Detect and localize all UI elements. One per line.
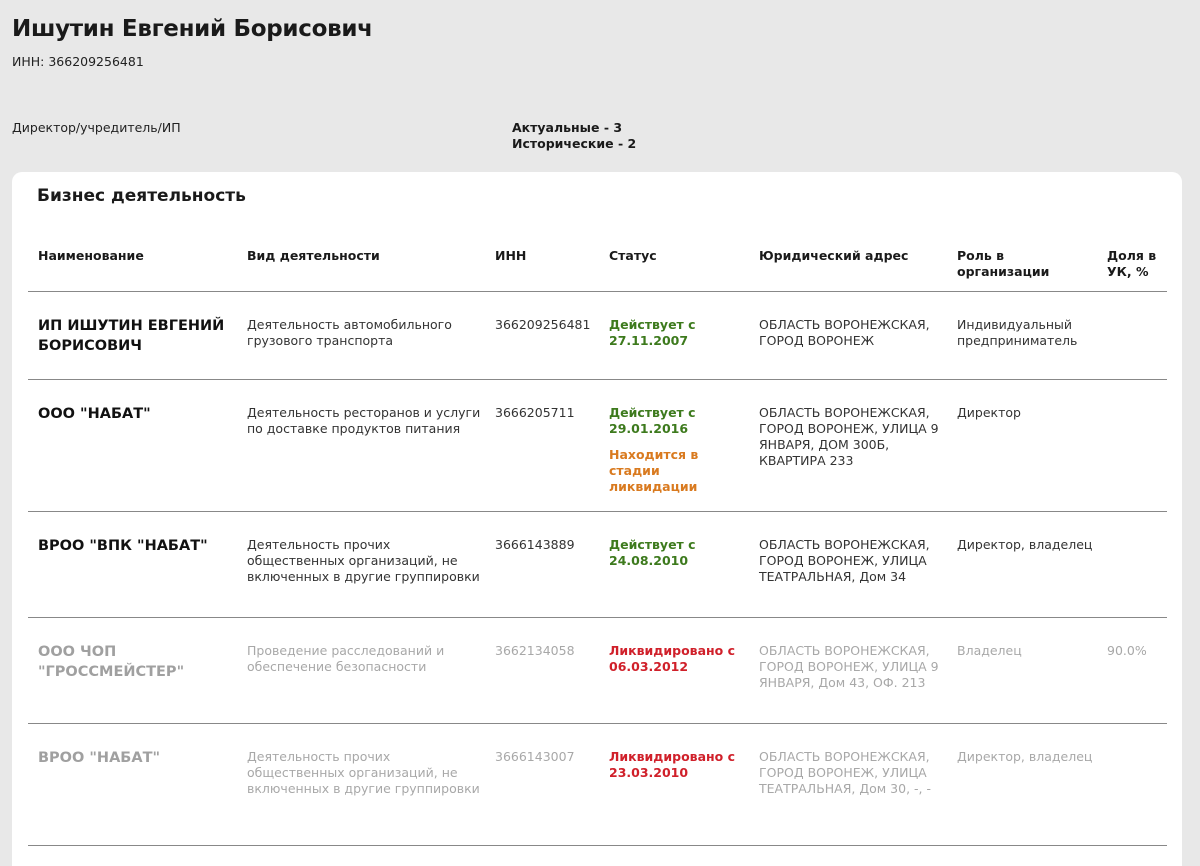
business-card: Бизнес деятельность Наименование Вид дея… <box>12 172 1182 866</box>
company-inn: 3662134058 <box>495 643 575 658</box>
person-name: Ишутин Евгений Борисович <box>12 16 373 42</box>
header-name: Наименование <box>38 248 144 263</box>
company-name[interactable]: ИП ИШУТИН ЕВГЕНИЙ БОРИСОВИЧ <box>38 316 228 356</box>
business-title: Бизнес деятельность <box>37 186 246 206</box>
status-active: Действует с 24.08.2010 <box>609 537 696 568</box>
status-active: Действует с 27.11.2007 <box>609 317 696 348</box>
table-row[interactable]: ВРОО "НАБАТ" Деятельность прочих обществ… <box>28 724 1167 846</box>
company-status: Действует с 29.01.2016 Находится в стади… <box>609 405 744 495</box>
company-activity: Деятельность ресторанов и услуги по дост… <box>247 405 481 436</box>
company-role: Директор <box>957 405 1021 420</box>
company-share: 90.0% <box>1107 643 1147 658</box>
company-role: Директор, владелец <box>957 537 1093 552</box>
page: Ишутин Евгений Борисович ИНН: 3662092564… <box>0 0 1200 866</box>
company-inn: 3666143007 <box>495 749 575 764</box>
status-liquidated: Ликвидировано с 23.03.2010 <box>609 749 736 780</box>
table-header: Наименование Вид деятельности ИНН Статус… <box>28 242 1167 292</box>
company-address: ОБЛАСТЬ ВОРОНЕЖСКАЯ, ГОРОД ВОРОНЕЖ, УЛИЦ… <box>759 405 939 468</box>
company-status: Действует с 24.08.2010 <box>609 537 744 569</box>
company-role: Директор, владелец <box>957 749 1093 764</box>
company-name[interactable]: ВРОО "НАБАТ" <box>38 748 228 768</box>
company-status: Ликвидировано с 23.03.2010 <box>609 749 744 781</box>
company-name[interactable]: ООО "НАБАТ" <box>38 404 228 424</box>
company-status: Ликвидировано с 06.03.2012 <box>609 643 744 675</box>
company-activity: Деятельность прочих общественных организ… <box>247 537 480 584</box>
table-row[interactable]: ООО "НАБАТ" Деятельность ресторанов и ус… <box>28 380 1167 512</box>
status-liquidated: Ликвидировано с 06.03.2012 <box>609 643 736 674</box>
company-role: Индивидуальный предприниматель <box>957 317 1078 348</box>
role-label: Директор/учредитель/ИП <box>12 120 181 135</box>
company-address: ОБЛАСТЬ ВОРОНЕЖСКАЯ, ГОРОД ВОРОНЕЖ, УЛИЦ… <box>759 537 930 584</box>
table-row[interactable]: ВРОО "ВПК "НАБАТ" Деятельность прочих об… <box>28 512 1167 618</box>
header-role: Роль в организации <box>957 248 1050 279</box>
status-active: Действует с 29.01.2016 <box>609 405 696 436</box>
status-liquidating: Находится в стадии ликвидации <box>609 447 699 494</box>
table-row[interactable]: ООО ЧОП "ГРОССМЕЙСТЕР" Проведение рассле… <box>28 618 1167 724</box>
company-inn: 366209256481 <box>495 317 591 332</box>
company-name[interactable]: ООО ЧОП "ГРОССМЕЙСТЕР" <box>38 642 228 682</box>
actual-count: Актуальные - 3 <box>512 120 623 135</box>
company-address: ОБЛАСТЬ ВОРОНЕЖСКАЯ, ГОРОД ВОРОНЕЖ, УЛИЦ… <box>759 643 939 690</box>
header-activity: Вид деятельности <box>247 248 380 263</box>
company-inn: 3666205711 <box>495 405 575 420</box>
company-role: Владелец <box>957 643 1022 658</box>
company-counts: Актуальные - 3 Исторические - 2 <box>512 120 636 152</box>
company-activity: Деятельность прочих общественных организ… <box>247 749 480 796</box>
header-address: Юридический адрес <box>759 248 909 263</box>
header-share: Доля в УК, % <box>1107 248 1157 279</box>
company-activity: Проведение расследований и обеспечение б… <box>247 643 445 674</box>
company-name[interactable]: ВРОО "ВПК "НАБАТ" <box>38 536 228 556</box>
person-inn: ИНН: 366209256481 <box>12 54 144 69</box>
company-status: Действует с 27.11.2007 <box>609 317 744 349</box>
historic-count: Исторические - 2 <box>512 136 637 151</box>
header-status: Статус <box>609 248 657 263</box>
company-activity: Деятельность автомобильного грузового тр… <box>247 317 452 348</box>
header-inn: ИНН <box>495 248 527 263</box>
company-inn: 3666143889 <box>495 537 575 552</box>
company-address: ОБЛАСТЬ ВОРОНЕЖСКАЯ, ГОРОД ВОРОНЕЖ, УЛИЦ… <box>759 749 932 796</box>
company-address: ОБЛАСТЬ ВОРОНЕЖСКАЯ, ГОРОД ВОРОНЕЖ <box>759 317 930 348</box>
table-row[interactable]: ИП ИШУТИН ЕВГЕНИЙ БОРИСОВИЧ Деятельность… <box>28 292 1167 380</box>
